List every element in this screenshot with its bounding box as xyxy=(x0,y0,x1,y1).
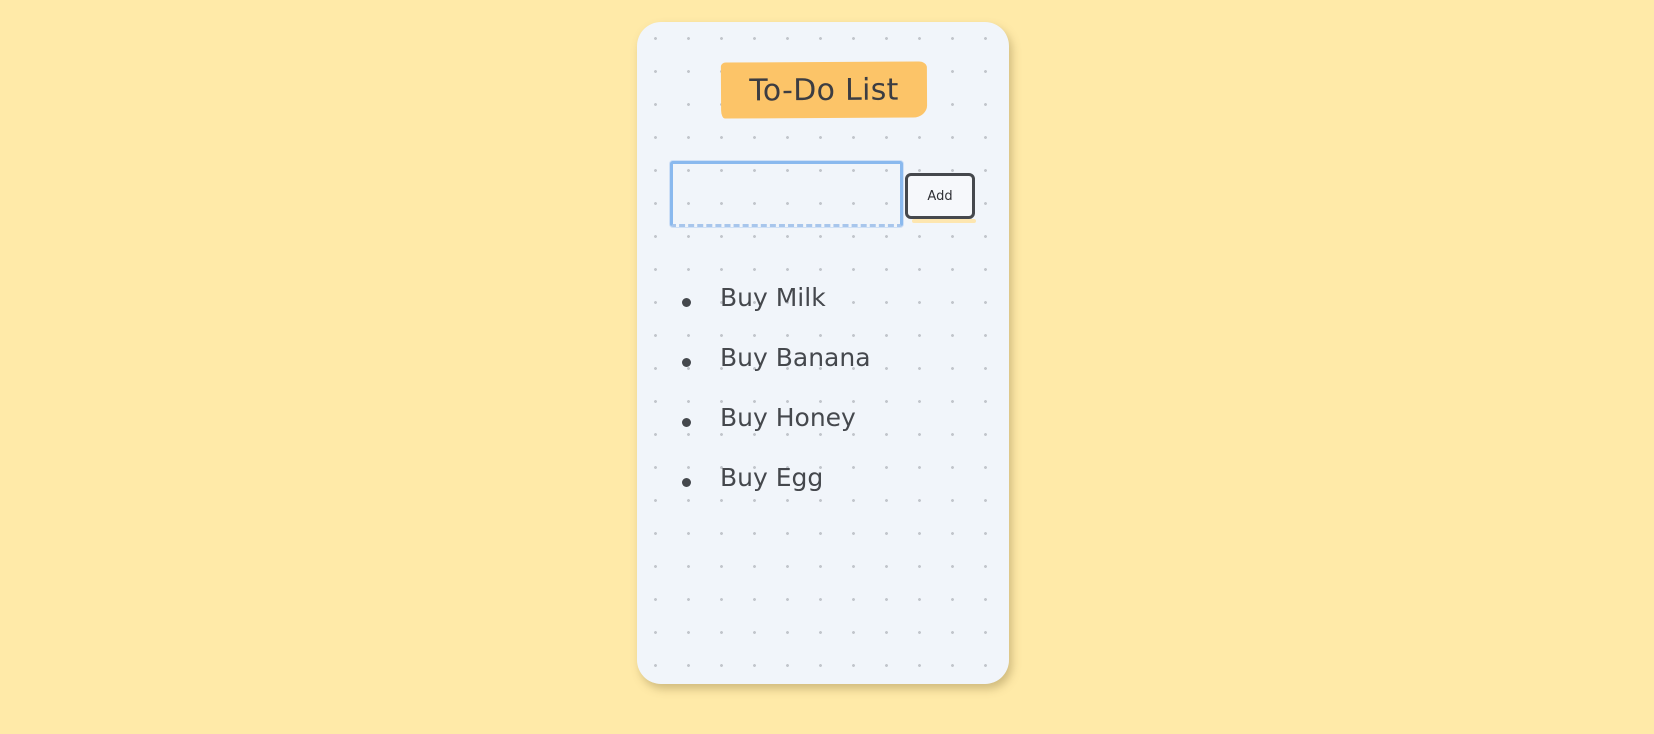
todo-item[interactable]: Buy Milk xyxy=(637,283,957,350)
new-task-input[interactable] xyxy=(670,161,903,227)
todo-card: To-Do List Add Buy Milk Buy Banana Buy H… xyxy=(637,22,1009,684)
add-button-underline xyxy=(912,219,976,223)
todo-item-label: Buy Banana xyxy=(720,343,871,372)
todo-item[interactable]: Buy Egg xyxy=(637,463,957,530)
add-button[interactable]: Add xyxy=(905,173,975,219)
todo-item[interactable]: Buy Honey xyxy=(637,403,957,470)
bullet-icon xyxy=(682,298,691,307)
bullet-icon xyxy=(682,358,691,367)
bullet-icon xyxy=(682,478,691,487)
todo-item-label: Buy Honey xyxy=(720,403,856,432)
title-highlight: To-Do List xyxy=(720,61,928,119)
todo-item-label: Buy Egg xyxy=(720,463,824,492)
todo-list: Buy Milk Buy Banana Buy Honey Buy Egg xyxy=(637,283,957,530)
page-title: To-Do List xyxy=(749,72,899,108)
bullet-icon xyxy=(682,418,691,427)
todo-item-label: Buy Milk xyxy=(720,283,826,312)
todo-item[interactable]: Buy Banana xyxy=(637,343,957,410)
